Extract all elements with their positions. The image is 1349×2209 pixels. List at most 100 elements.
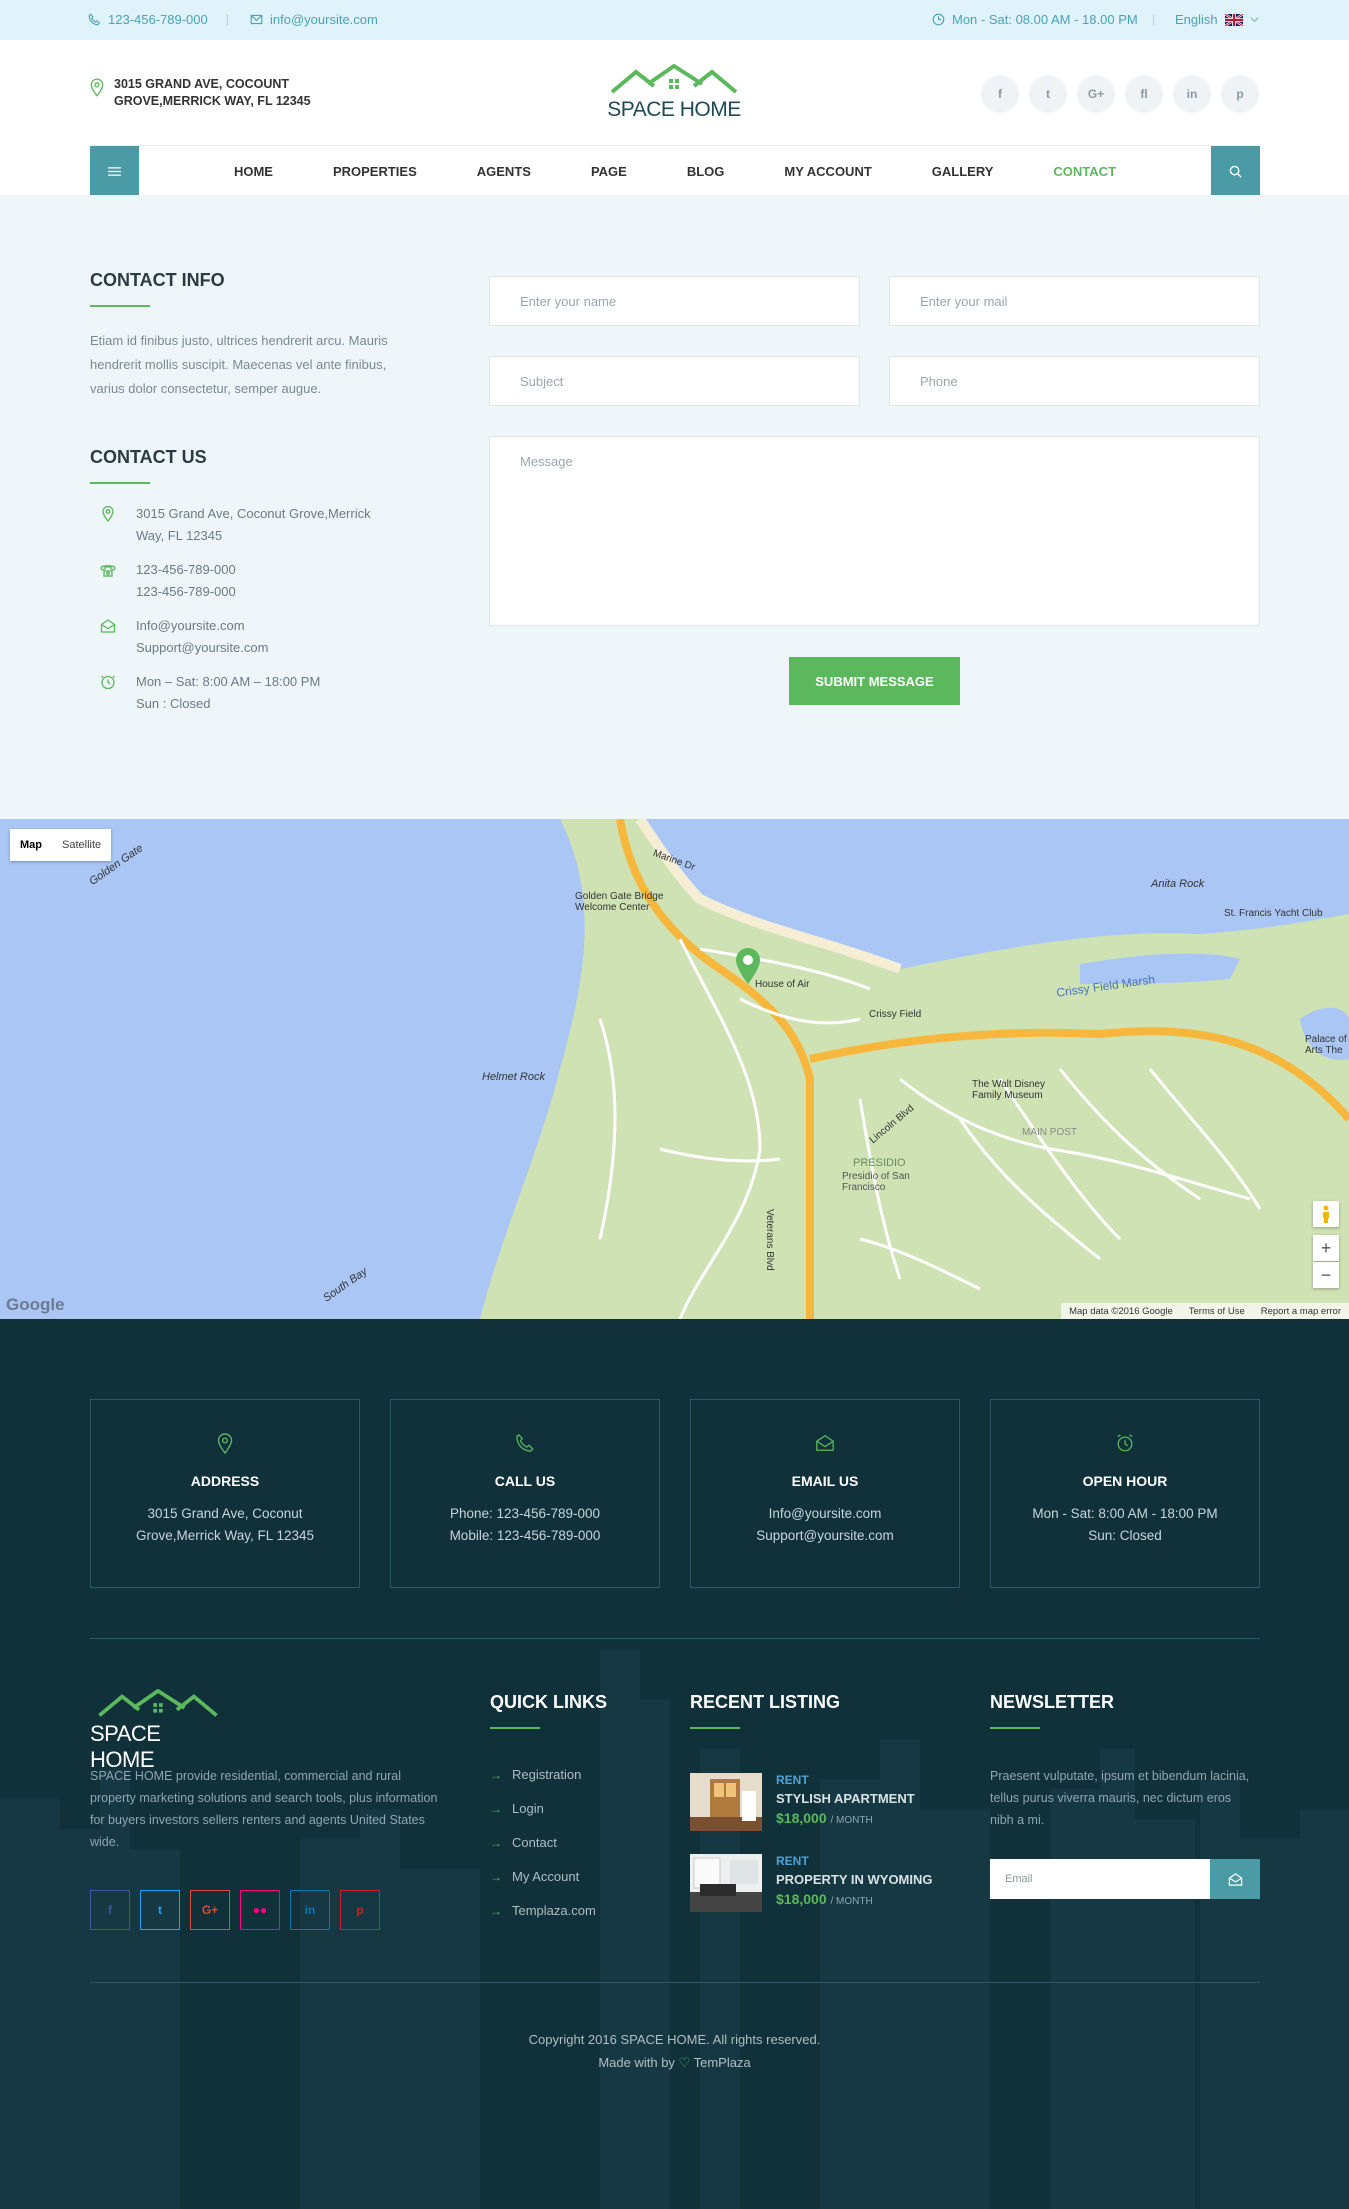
quick-link-login[interactable]: → Login [490,1801,544,1816]
linkedin-icon[interactable]: in [1173,75,1211,113]
report-error-link[interactable]: Report a map error [1261,1306,1341,1317]
hours-text-2: Sun : Closed [136,696,211,711]
box-line: 3015 Grand Ave, Coconut [147,1506,303,1521]
nav-page[interactable]: PAGE [561,164,657,179]
box-line: Mobile: 123-456-789-000 [449,1528,601,1543]
search-button[interactable] [1211,146,1260,196]
email-text-2[interactable]: Support@yoursite.com [136,637,268,659]
nav-links: HOME PROPERTIES AGENTS PAGE BLOG MY ACCO… [90,146,1260,196]
twitter-icon[interactable]: t [1029,75,1067,113]
google-plus-icon[interactable]: G+ [190,1890,230,1930]
listing-type: RENT [776,1773,809,1787]
menu-toggle-button[interactable] [90,146,139,196]
language-selector[interactable]: English [1175,12,1259,27]
title-underline [990,1727,1040,1729]
box-line: Mon - Sat: 8:00 AM - 18:00 PM [1032,1506,1218,1521]
templaza-link[interactable]: TemPlaza [694,2055,751,2070]
nav-my-account[interactable]: MY ACCOUNT [754,164,901,179]
map-type-map[interactable]: Map [10,829,52,861]
map-type-control: Map Satellite [10,829,112,861]
listing-title[interactable]: PROPERTY IN WYOMING [776,1872,933,1887]
contact-info-title: CONTACT INFO [90,270,225,290]
arrow-right-icon: → [490,1903,502,1918]
pinterest-icon[interactable]: p [340,1890,380,1930]
search-icon [1229,165,1242,178]
footer-divider [90,1982,1260,1983]
nav-blog[interactable]: BLOG [657,164,755,179]
google-plus-icon[interactable]: G+ [1077,75,1115,113]
listing-thumbnail[interactable] [690,1854,762,1912]
topbar-email[interactable]: info@yoursite.com [250,12,378,27]
listing-item[interactable]: RENT STYLISH APARTMENT $18,000 / MONTH [690,1773,915,1831]
divider [1153,14,1154,26]
listing-title[interactable]: STYLISH APARTMENT [776,1791,915,1806]
contact-section: CONTACT INFO Etiam id finibus justo, ult… [0,195,1349,819]
street-view-pegman[interactable] [1313,1201,1339,1227]
email-field[interactable]: Enter your mail [889,276,1260,326]
email-text-1[interactable]: Info@yoursite.com [136,615,268,637]
contact-us-phone: 123-456-789-000 123-456-789-000 [100,559,236,603]
title-underline [690,1727,740,1729]
map-label-disney-museum: The Walt Disney Family Museum [972,1079,1045,1101]
open-mail-icon [1228,1872,1242,1886]
address-line1: 3015 GRAND AVE, COCOUNT [114,77,290,91]
topbar-hours: Mon - Sat: 08.00 AM - 18.00 PM [932,12,1138,27]
phone-icon [88,13,101,26]
name-field[interactable]: Enter your name [489,276,860,326]
footer-email-box: EMAIL US Info@yoursite.com Support@yoursi… [690,1399,960,1588]
nav-properties[interactable]: PROPERTIES [303,164,447,179]
topbar-phone[interactable]: 123-456-789-000 [88,12,208,27]
map-label-crissy-field: Crissy Field [869,1009,922,1020]
facebook-icon[interactable]: f [981,75,1019,113]
subject-field[interactable]: Subject [489,356,860,406]
zoom-out-button[interactable]: − [1313,1262,1339,1288]
flickr-icon[interactable]: ●● [240,1890,280,1930]
quick-link-contact[interactable]: → Contact [490,1835,557,1850]
site-footer: ADDRESS 3015 Grand Ave, Coconut Grove,Mer… [0,1319,1349,2209]
map-label-main-post: MAIN POST [1022,1127,1078,1138]
zoom-in-button[interactable]: + [1313,1235,1339,1261]
quick-link-templaza[interactable]: → Templaza.com [490,1903,596,1918]
listing-thumbnail[interactable] [690,1773,762,1831]
newsletter-email-input[interactable]: Email [990,1859,1210,1899]
flickr-icon[interactable]: fl [1125,75,1163,113]
twitter-icon[interactable]: t [140,1890,180,1930]
box-title: OPEN HOUR [1082,1473,1168,1489]
map-label-presidio: PRESIDIO [853,1157,906,1169]
listing-price-value: $18,000 [776,1891,827,1907]
footer-logo[interactable]: SPACE HOME [90,1689,226,1772]
facebook-icon[interactable]: f [90,1890,130,1930]
google-map[interactable]: Map Satellite Golden Gate Anita Rock St.… [0,819,1349,1319]
contact-us: CONTACT US [90,447,207,484]
topbar-hours-text: Mon - Sat: 08.00 AM - 18.00 PM [952,12,1138,27]
topbar-email-text: info@yoursite.com [270,12,378,27]
terms-link[interactable]: Terms of Use [1189,1306,1245,1317]
map-label-house-of-air: House of Air [755,979,810,990]
clock-icon [932,13,945,26]
nav-home[interactable]: HOME [204,164,303,179]
map-label-presidio-sf: Presidio of San Francisco [842,1171,910,1193]
heart-icon: ♡ [678,2055,691,2070]
map-type-satellite[interactable]: Satellite [52,829,111,861]
listing-item[interactable]: RENT PROPERTY IN WYOMING $18,000 / MONTH [690,1854,933,1912]
message-field[interactable]: Message [489,436,1260,626]
phone-field[interactable]: Phone [889,356,1260,406]
living-room-photo [690,1854,762,1912]
footer-divider [90,1638,1260,1639]
pinterest-icon[interactable]: p [1221,75,1259,113]
listing-price-value: $18,000 [776,1810,827,1826]
map-label-palace: Palace of Arts The [1305,1034,1347,1056]
contact-us-hours: Mon – Sat: 8:00 AM – 18:00 PM Sun : Close… [100,671,320,715]
contact-info-text: Etiam id finibus justo, ultrices hendrer… [90,333,388,396]
submit-message-button[interactable]: SUBMIT MESSAGE [789,657,960,705]
quick-link-my-account[interactable]: → My Account [490,1869,579,1884]
newsletter-subscribe-button[interactable] [1210,1859,1260,1899]
house-logo-icon [610,64,738,94]
box-line: Phone: 123-456-789-000 [449,1506,601,1521]
linkedin-icon[interactable]: in [290,1890,330,1930]
nav-gallery[interactable]: GALLERY [902,164,1024,179]
nav-contact[interactable]: CONTACT [1023,164,1146,179]
site-logo[interactable]: SPACE HOME [606,64,742,122]
quick-link-registration[interactable]: → Registration [490,1767,581,1782]
nav-agents[interactable]: AGENTS [447,164,561,179]
